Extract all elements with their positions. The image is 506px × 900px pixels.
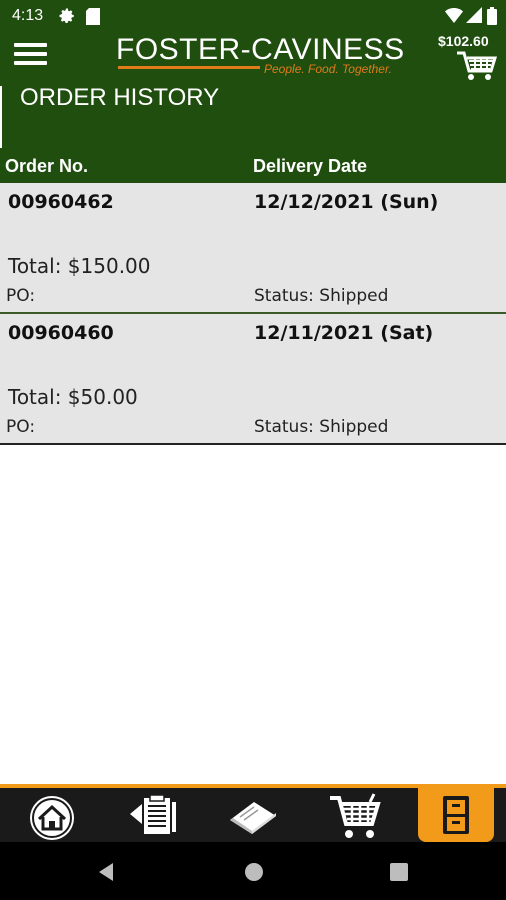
brand-logo: FOSTER-CAVINESS People. Food. Together.: [116, 32, 404, 78]
logo-tagline: People. Food. Together.: [264, 62, 392, 76]
signal-icon: [466, 7, 482, 28]
status-bar: 4:13: [0, 0, 506, 32]
order-status: Status: Shipped: [254, 286, 389, 306]
system-nav-bar: [0, 842, 506, 900]
order-number: 00960462: [8, 191, 114, 213]
column-header-order-no: Order No.: [5, 156, 89, 176]
gear-icon: [58, 7, 76, 30]
sd-card-icon: [86, 8, 100, 30]
logo-underline: [118, 66, 260, 69]
order-card[interactable]: 00960462 12/12/2021 (Sun) Total: $150.00…: [0, 183, 506, 314]
order-po: PO:: [6, 417, 36, 437]
order-history-icon[interactable]: [418, 788, 494, 842]
order-card[interactable]: 00960460 12/11/2021 (Sat) Total: $50.00 …: [0, 314, 506, 445]
back-icon[interactable]: [96, 862, 116, 887]
order-total: Total: $150.00: [8, 254, 151, 278]
order-number: 00960460: [8, 322, 114, 344]
bottom-nav: [0, 784, 506, 842]
order-total: Total: $50.00: [8, 385, 138, 409]
order-list: 00960462 12/12/2021 (Sun) Total: $150.00…: [0, 183, 506, 445]
wifi-icon: [445, 7, 463, 28]
cart-icon[interactable]: [328, 792, 382, 846]
title-edge-line: [0, 86, 2, 148]
header-block: 4:13 FOSTER-CAVINESS People. Food. Toget…: [0, 0, 506, 183]
order-po: PO:: [6, 286, 36, 306]
hamburger-menu-icon[interactable]: [14, 42, 50, 68]
home-circle-icon[interactable]: [244, 862, 264, 887]
cart-total[interactable]: $102.60: [438, 33, 489, 49]
battery-icon: [487, 7, 497, 30]
order-status: Status: Shipped: [254, 417, 389, 437]
cart-icon[interactable]: [455, 50, 498, 87]
delivery-date: 12/11/2021 (Sat): [254, 322, 434, 344]
order-guide-icon[interactable]: [128, 792, 178, 846]
column-header-delivery-date: Delivery Date: [253, 156, 368, 176]
recents-icon[interactable]: [390, 863, 408, 886]
screen: 4:13 FOSTER-CAVINESS People. Food. Toget…: [0, 0, 506, 900]
delivery-date: 12/12/2021 (Sun): [254, 191, 439, 213]
app-bar: FOSTER-CAVINESS People. Food. Together. …: [0, 32, 506, 82]
page-title: ORDER HISTORY: [20, 84, 220, 111]
status-time: 4:13: [12, 7, 44, 24]
home-icon[interactable]: [28, 794, 76, 848]
